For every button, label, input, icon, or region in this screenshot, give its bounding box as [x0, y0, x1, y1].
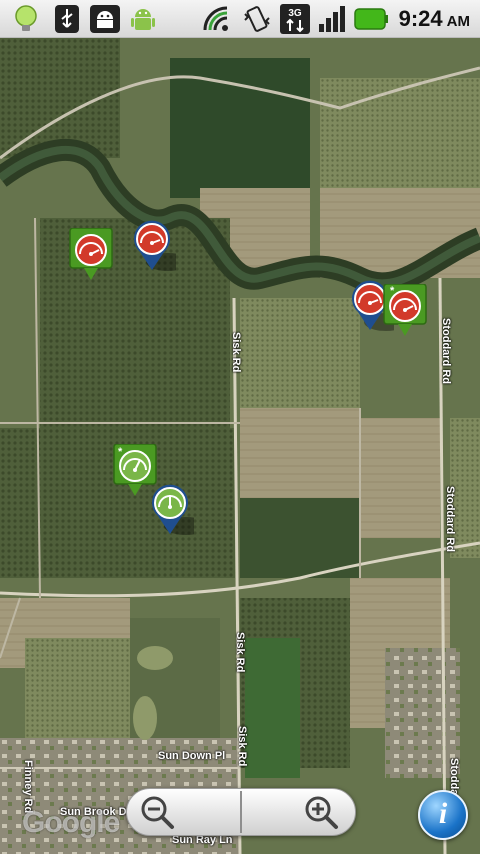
info-icon: i — [438, 797, 448, 830]
android-debug-icon — [88, 4, 122, 34]
3g-data-icon: 3G — [278, 4, 312, 34]
zoom-controls — [126, 788, 356, 836]
map-view[interactable]: Sisk Rd Sisk Rd Sisk Rd Stoddard Rd Stod… — [0, 38, 480, 854]
road-label-sisk-rd: Sisk Rd — [230, 332, 242, 373]
road-label-sisk-rd: Sisk Rd — [234, 632, 246, 673]
sensor-marker-green[interactable] — [146, 482, 208, 542]
road-label-stoddard-rd: Stoddard Rd — [444, 486, 456, 552]
svg-text:*: * — [390, 285, 395, 297]
wifi-sync-icon — [200, 4, 236, 34]
clock: 9:24 AM — [399, 6, 470, 32]
road-label-sisk-rd: Sisk Rd — [236, 726, 248, 767]
google-logo: Google — [22, 806, 120, 839]
zoom-out-button[interactable] — [137, 792, 177, 832]
sensor-marker-red[interactable] — [68, 227, 116, 288]
sensor-marker-red[interactable]: * — [382, 283, 430, 344]
android-icon — [126, 4, 160, 34]
zoom-in-icon — [305, 796, 338, 829]
sensor-marker-red[interactable] — [128, 218, 190, 278]
zoom-out-icon — [141, 796, 174, 829]
zoom-divider — [240, 791, 242, 833]
lightbulb-icon — [10, 4, 42, 34]
road-label-stoddard-rd: Stoddard Rd — [440, 318, 452, 384]
clock-time: 9:24 — [398, 6, 443, 31]
info-button[interactable]: i — [418, 790, 468, 840]
status-bar: 3G 9:24 AM — [0, 0, 480, 38]
zoom-in-button[interactable] — [301, 792, 341, 832]
vibrate-icon — [240, 4, 274, 34]
road-label-sun-down-pl: Sun Down Pl — [158, 750, 226, 762]
svg-text:3G: 3G — [288, 8, 302, 19]
clock-ampm: AM — [446, 13, 470, 30]
battery-icon — [354, 4, 388, 34]
usb-icon — [52, 4, 82, 34]
svg-text:*: * — [118, 446, 123, 458]
signal-icon — [316, 4, 350, 34]
